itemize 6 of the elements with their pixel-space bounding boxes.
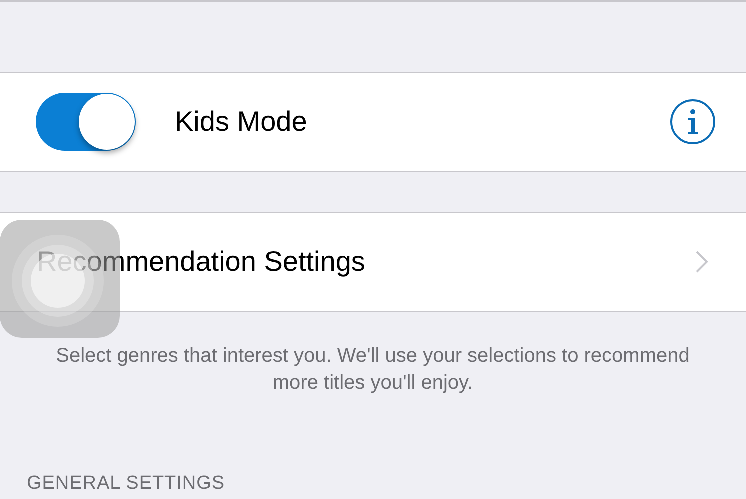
kids-mode-label: Kids Mode [175,105,308,139]
kids-mode-toggle[interactable] [36,93,136,151]
footer-note: Select genres that interest you. We'll use your selections to recommend more titles you'll enjoy. [55,344,691,396]
section-header: GENERAL SETTINGS [27,472,225,496]
chevron-icon [696,251,708,273]
info-icon[interactable] [670,99,716,145]
